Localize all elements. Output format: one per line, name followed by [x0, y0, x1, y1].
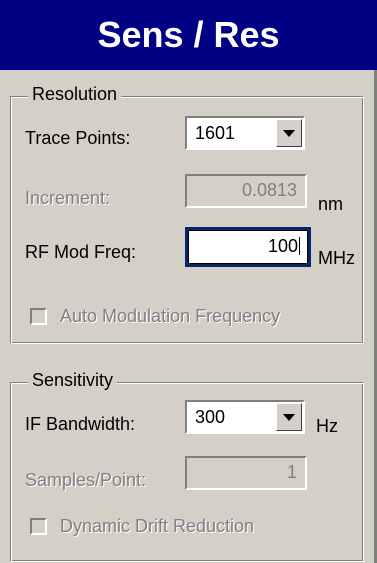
- dynamic-drift-label: Dynamic Drift Reduction: [60, 516, 255, 536]
- dynamic-drift-checkbox[interactable]: [30, 518, 47, 535]
- auto-modulation-label: Auto Modulation Frequency: [60, 306, 281, 326]
- increment-field: 0.0813: [185, 174, 307, 208]
- if-bandwidth-value: 300: [195, 407, 226, 427]
- chevron-down-icon: [283, 129, 295, 137]
- window-title: Sens / Res: [0, 0, 377, 70]
- trace-points-value: 1601: [195, 123, 236, 143]
- rf-mod-freq-value: 100: [267, 236, 298, 256]
- increment-label: Increment:: [25, 188, 111, 208]
- if-bandwidth-label: IF Bandwidth:: [25, 414, 136, 434]
- settings-panel: Resolution Trace Points: 1601 Increment:…: [0, 70, 377, 563]
- chevron-down-icon: [283, 413, 295, 421]
- auto-modulation-checkbox[interactable]: [30, 308, 47, 325]
- sensitivity-legend: Sensitivity: [28, 370, 118, 391]
- if-bandwidth-dropdown-button[interactable]: [276, 403, 302, 431]
- increment-unit: nm: [318, 194, 344, 214]
- trace-points-label: Trace Points:: [25, 128, 131, 148]
- rf-mod-freq-label: RF Mod Freq:: [25, 242, 137, 262]
- resolution-legend: Resolution: [28, 84, 122, 105]
- trace-points-dropdown-button[interactable]: [276, 119, 302, 147]
- if-bandwidth-unit: Hz: [316, 416, 338, 436]
- trace-points-select[interactable]: 1601: [185, 116, 305, 150]
- rf-mod-freq-unit: MHz: [318, 248, 355, 268]
- text-caret: [299, 237, 300, 255]
- rf-mod-freq-input[interactable]: 100: [185, 227, 311, 267]
- samples-point-label: Samples/Point:: [25, 470, 147, 490]
- samples-point-field: 1: [185, 456, 307, 490]
- if-bandwidth-select[interactable]: 300: [185, 400, 305, 434]
